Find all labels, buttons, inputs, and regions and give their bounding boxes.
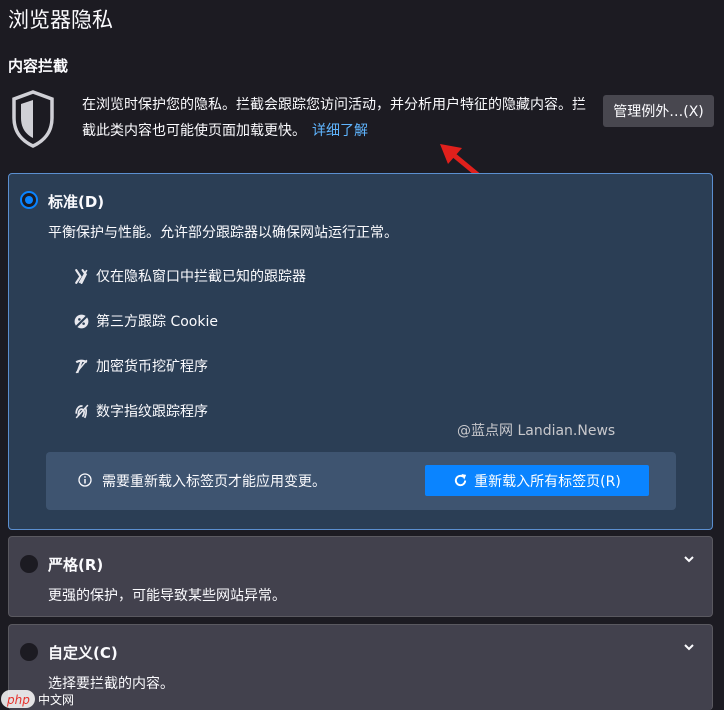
info-icon bbox=[78, 473, 92, 487]
page-title: 浏览器隐私 bbox=[8, 8, 113, 32]
reload-all-tabs-button[interactable]: 重新载入所有标签页(R) bbox=[425, 465, 649, 496]
tracker-icon bbox=[75, 268, 88, 284]
standard-option-card[interactable]: 标准(D) 平衡保护与性能。允许部分跟踪器以确保网站运行正常。 仅在隐私窗口中拦… bbox=[8, 173, 713, 530]
cookie-icon bbox=[74, 313, 89, 329]
feature-fingerprinters: 数字指纹跟踪程序 bbox=[73, 401, 208, 421]
feature-cookies: 第三方跟踪 Cookie bbox=[73, 311, 218, 331]
feature-label: 仅在隐私窗口中拦截已知的跟踪器 bbox=[96, 269, 306, 285]
standard-description: 平衡保护与性能。允许部分跟踪器以确保网站运行正常。 bbox=[48, 225, 398, 241]
custom-radio[interactable] bbox=[20, 643, 38, 661]
reload-button-label: 重新载入所有标签页(R) bbox=[474, 473, 621, 490]
standard-label[interactable]: 标准(D) bbox=[48, 191, 104, 212]
php-cn-logo: php 中文网 bbox=[1, 690, 74, 708]
shield-icon bbox=[12, 90, 54, 148]
strict-description: 更强的保护，可能导致某些网站异常。 bbox=[48, 588, 286, 604]
fingerprint-icon bbox=[75, 404, 89, 418]
learn-more-link[interactable]: 详细了解 bbox=[312, 123, 368, 139]
custom-label[interactable]: 自定义(C) bbox=[48, 642, 118, 663]
feature-label: 加密货币挖矿程序 bbox=[96, 359, 208, 375]
custom-option-card[interactable]: 自定义(C) 选择要拦截的内容。 bbox=[8, 624, 713, 710]
feature-label: 第三方跟踪 Cookie bbox=[96, 314, 218, 330]
standard-radio[interactable] bbox=[20, 191, 38, 209]
reload-notice: 需要重新载入标签页才能应用变更。 重新载入所有标签页(R) bbox=[46, 452, 676, 510]
cryptominer-icon bbox=[75, 359, 88, 373]
strict-radio[interactable] bbox=[20, 555, 38, 573]
svg-text:php: php bbox=[6, 693, 30, 707]
chevron-down-icon[interactable] bbox=[683, 642, 695, 652]
content-blocking-heading: 内容拦截 bbox=[8, 57, 69, 75]
feature-label: 数字指纹跟踪程序 bbox=[96, 404, 208, 420]
svg-text:中文网: 中文网 bbox=[38, 692, 74, 707]
chevron-down-icon[interactable] bbox=[683, 554, 695, 564]
reload-notice-text: 需要重新载入标签页才能应用变更。 bbox=[102, 474, 326, 490]
manage-exceptions-button[interactable]: 管理例外…(X) bbox=[603, 95, 714, 127]
strict-label[interactable]: 严格(R) bbox=[48, 554, 103, 575]
content-blocking-description: 在浏览时保护您的隐私。拦截会跟踪您访问活动，并分析用户特征的隐藏内容。拦截此类内… bbox=[82, 92, 587, 144]
feature-cryptominers: 加密货币挖矿程序 bbox=[73, 356, 208, 376]
feature-trackers: 仅在隐私窗口中拦截已知的跟踪器 bbox=[73, 266, 306, 286]
watermark: @蓝点网 Landian.News bbox=[457, 423, 616, 439]
strict-option-card[interactable]: 严格(R) 更强的保护，可能导致某些网站异常。 bbox=[8, 536, 713, 617]
reload-icon bbox=[455, 473, 467, 487]
